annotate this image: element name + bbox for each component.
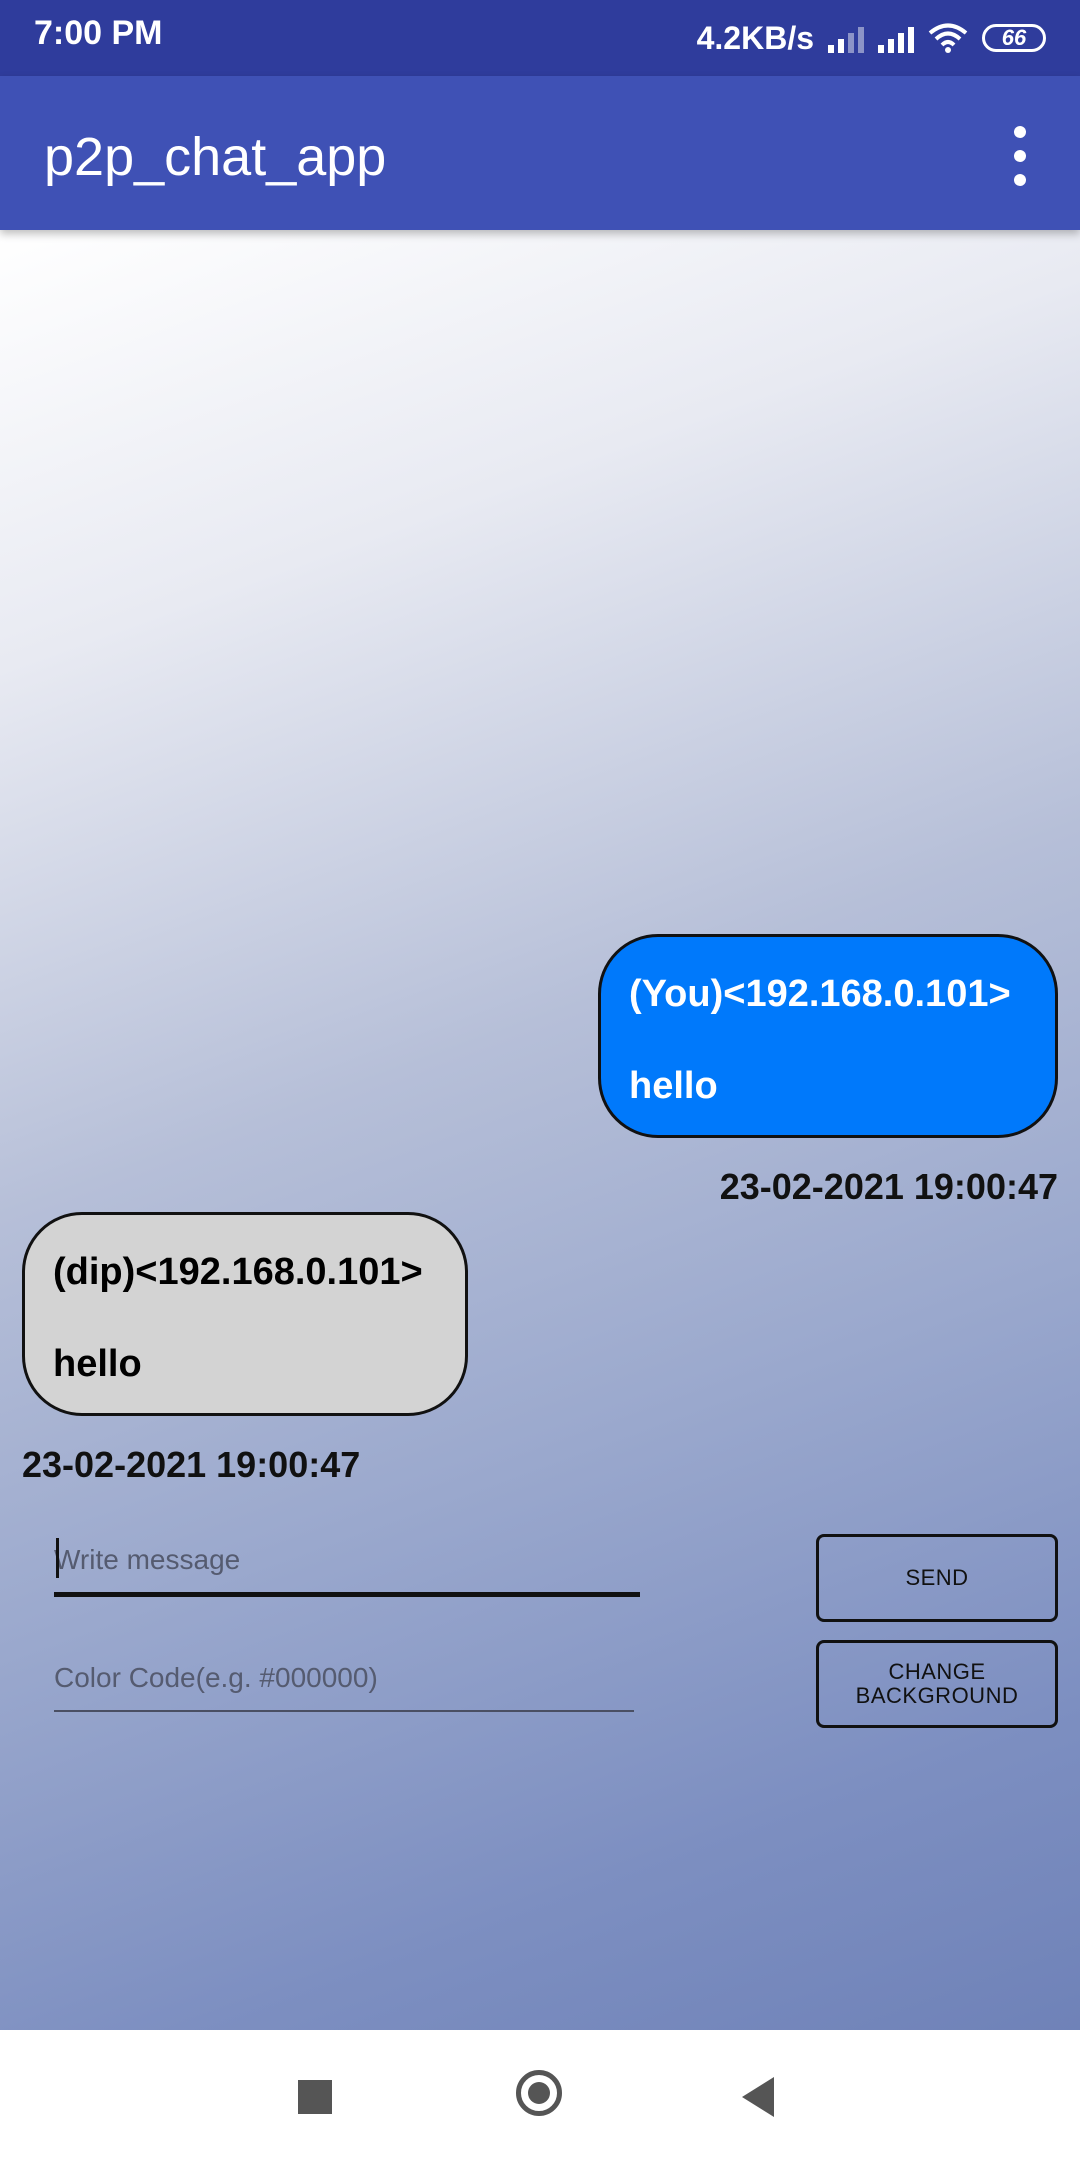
more-vert-icon[interactable] [1000,126,1040,186]
battery-level: 66 [1001,25,1027,50]
sent-message-bubble: (You)<192.168.0.101> hello [598,934,1058,1138]
message-sender: (You)<192.168.0.101> [629,973,1011,1015]
color-code-input[interactable] [54,1646,634,1712]
recent-apps-icon[interactable] [298,2080,332,2114]
send-button[interactable]: SEND [816,1534,1058,1622]
status-bar: 7:00 PM 4.2KB/s 66 [0,0,1080,76]
change-background-button[interactable]: CHANGE BACKGROUND [816,1640,1058,1728]
signal-icon [878,23,914,53]
app-title: p2p_chat_app [44,127,387,187]
chat-area[interactable]: (You)<192.168.0.101> hello 23-02-2021 19… [0,230,1080,2030]
battery-icon: 66 [982,24,1046,52]
text-cursor [56,1538,59,1578]
network-speed: 4.2KB/s [696,19,814,56]
wifi-icon [928,22,968,54]
back-icon[interactable] [742,2077,774,2117]
signal-icon [828,23,864,53]
status-time: 7:00 PM [34,14,163,52]
received-message-bubble: (dip)<192.168.0.101> hello [22,1212,468,1416]
home-icon[interactable] [516,2070,562,2116]
status-icons: 4.2KB/s 66 [697,14,1046,62]
message-input[interactable] [54,1528,640,1597]
app-bar: p2p_chat_app [0,76,1080,230]
message-timestamp: 23-02-2021 19:00:47 [22,1444,361,1485]
message-timestamp: 23-02-2021 19:00:47 [719,1166,1058,1207]
system-nav-bar [0,2030,1080,2160]
message-text: hello [629,1065,718,1107]
message-text: hello [53,1343,142,1385]
message-sender: (dip)<192.168.0.101> [53,1251,423,1293]
